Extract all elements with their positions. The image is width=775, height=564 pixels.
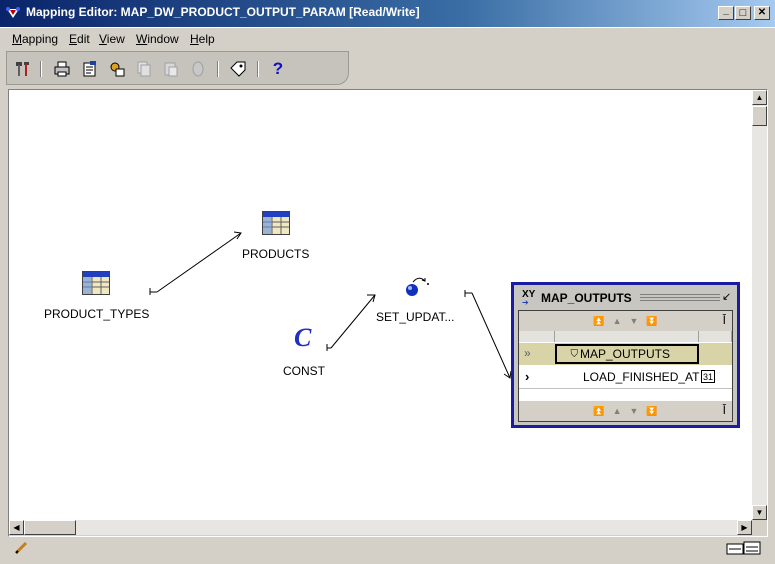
function-icon[interactable] xyxy=(404,275,432,299)
date-type-icon: 31 xyxy=(701,370,715,383)
table-icon[interactable] xyxy=(262,211,290,235)
group-label: MAP_OUTPUTS xyxy=(579,347,670,361)
scroll-right-button[interactable]: ▶ xyxy=(737,520,752,535)
app-icon xyxy=(6,7,20,18)
print-icon[interactable] xyxy=(53,60,71,78)
arrow-right-icon: ➔ xyxy=(522,298,529,307)
scroll-toolbar-bottom: ⏫ ▲ ▼ ⏬ Ī xyxy=(519,401,732,421)
status-bar xyxy=(6,538,770,560)
spell-check-icon[interactable] xyxy=(726,540,762,556)
map-outputs-body: ⏫ ▲ ▼ ⏬ Ī » ⛉ MAP_OUTPUTS › LOAD_FINISHE… xyxy=(518,310,733,422)
scroll-down-button[interactable]: ▼ xyxy=(752,505,767,520)
column-header xyxy=(699,331,732,342)
toolbar-separator xyxy=(217,61,219,77)
map-outputs-header[interactable]: XY ➔ MAP_OUTPUTS ↙ xyxy=(514,285,737,309)
attribute-label: LOAD_FINISHED_AT xyxy=(583,370,700,384)
toolbar-separator xyxy=(40,61,42,77)
group-row[interactable]: » ⛉ MAP_OUTPUTS xyxy=(519,343,732,365)
resize-handle-icon[interactable]: Ī xyxy=(723,313,726,327)
map-outputs-operator[interactable]: XY ➔ MAP_OUTPUTS ↙ ⏫ ▲ ▼ ⏬ Ī » ⛉ MAP_OUT… xyxy=(511,282,740,428)
paste-icon[interactable] xyxy=(162,60,180,78)
attribute-row[interactable]: › LOAD_FINISHED_AT 31 xyxy=(519,366,732,389)
constant-icon[interactable]: C xyxy=(294,323,311,353)
menu-bar: Mapping Edit View Window Help xyxy=(0,28,775,50)
maximize-button[interactable]: □ xyxy=(735,6,751,20)
toolbar-separator xyxy=(257,61,259,77)
column-header xyxy=(519,331,555,342)
header-grip xyxy=(640,297,720,298)
object-icon[interactable] xyxy=(189,60,207,78)
scroll-last-icon[interactable]: ⏬ xyxy=(646,406,657,417)
window-title: Mapping Editor: MAP_DW_PRODUCT_OUTPUT_PA… xyxy=(26,5,420,19)
expand-icon[interactable]: » xyxy=(524,346,531,360)
product-types-label: PRODUCT_TYPES xyxy=(44,307,150,321)
scroll-left-button[interactable]: ◀ xyxy=(9,520,24,535)
close-button[interactable]: ✕ xyxy=(754,6,770,20)
copy-icon[interactable] xyxy=(135,60,153,78)
minimize-button[interactable]: _ xyxy=(718,6,734,20)
shield-icon: ⛉ xyxy=(570,348,578,360)
properties-icon[interactable] xyxy=(81,60,99,78)
scroll-first-icon[interactable]: ⏫ xyxy=(593,316,604,327)
menu-window[interactable]: Window xyxy=(136,32,179,46)
vertical-scroll-thumb[interactable] xyxy=(752,106,767,126)
column-header xyxy=(555,331,699,342)
const-label: CONST xyxy=(283,364,325,378)
horizontal-scrollbar[interactable]: ◀ ▶ xyxy=(9,520,752,535)
table-icon[interactable] xyxy=(82,271,110,295)
tools-icon[interactable] xyxy=(14,60,32,78)
header-grip xyxy=(640,294,720,295)
minimize-panel-icon[interactable]: ↙ xyxy=(722,290,731,303)
pencil-icon xyxy=(14,541,28,555)
toolbar: ? xyxy=(6,51,349,85)
help-icon[interactable]: ? xyxy=(269,59,287,78)
configure-icon[interactable] xyxy=(108,60,126,78)
scroll-up-icon[interactable]: ▲ xyxy=(613,406,622,416)
tag-icon[interactable] xyxy=(229,60,247,78)
scroll-down-icon[interactable]: ▼ xyxy=(630,316,639,326)
resize-handle-icon[interactable]: Ī xyxy=(723,403,726,417)
title-bar[interactable]: Mapping Editor: MAP_DW_PRODUCT_OUTPUT_PA… xyxy=(0,0,775,28)
menu-edit[interactable]: Edit xyxy=(69,32,90,46)
row-pointer-icon: › xyxy=(525,369,530,384)
scroll-toolbar-top: ⏫ ▲ ▼ ⏬ Ī xyxy=(519,311,732,331)
scroll-up-button[interactable]: ▲ xyxy=(752,90,767,105)
scroll-last-icon[interactable]: ⏬ xyxy=(646,316,657,327)
scroll-up-icon[interactable]: ▲ xyxy=(613,316,622,326)
vertical-scrollbar[interactable]: ▲ ▼ xyxy=(752,90,767,520)
group-name-cell[interactable]: ⛉ MAP_OUTPUTS xyxy=(555,344,699,364)
map-outputs-title: MAP_OUTPUTS xyxy=(541,291,632,305)
horizontal-scroll-thumb[interactable] xyxy=(24,520,76,535)
menu-view[interactable]: View xyxy=(99,32,125,46)
set-update-label: SET_UPDAT... xyxy=(376,310,455,324)
header-grip xyxy=(640,300,720,301)
scroll-down-icon[interactable]: ▼ xyxy=(630,406,639,416)
menu-mapping[interactable]: Mapping xyxy=(12,32,58,46)
scroll-first-icon[interactable]: ⏫ xyxy=(593,406,604,417)
menu-help[interactable]: Help xyxy=(190,32,215,46)
products-label: PRODUCTS xyxy=(242,247,310,261)
